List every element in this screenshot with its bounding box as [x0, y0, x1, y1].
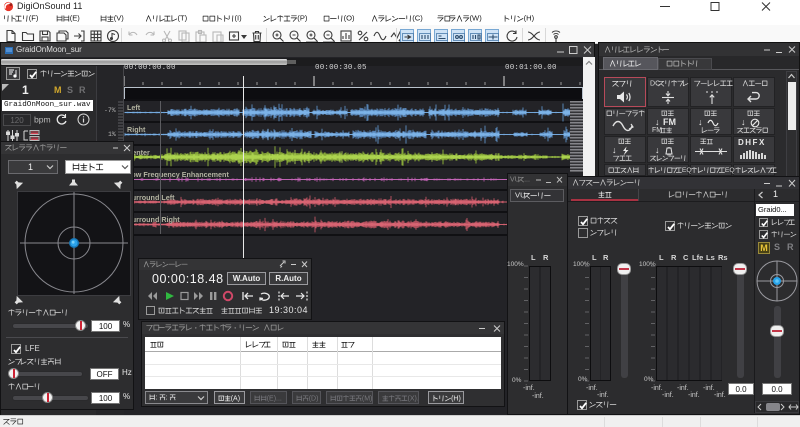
svg-text:(X)...: (X)... [408, 395, 420, 402]
svg-text:(D): (D) [309, 395, 319, 402]
svg-text:(E)...: (E)... [267, 395, 282, 402]
svg-text:(H): (H) [451, 395, 461, 402]
svg-text::: : [155, 394, 157, 401]
svg-text::: : [166, 394, 168, 401]
svg-text:(A): (A) [231, 395, 240, 402]
svg-text:(M)...: (M)... [362, 395, 373, 402]
